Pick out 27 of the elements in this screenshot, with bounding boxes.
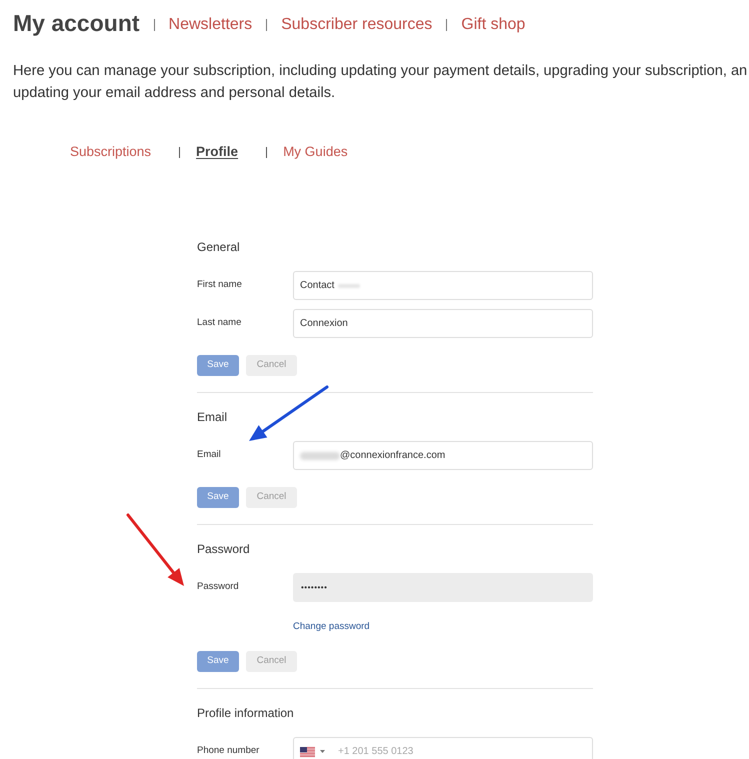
field-label: First name: [197, 278, 243, 292]
password-field[interactable]: ••••••••: [293, 573, 593, 602]
change-password-link[interactable]: Change password: [293, 621, 370, 632]
country-picker[interactable]: [300, 746, 325, 756]
intro-paragraph: Here you can manage your subscription, including updating your payment details, upgrading your subscription, an updating your email address and personal details.: [12, 62, 748, 103]
text-field[interactable]: Contact: [293, 271, 593, 300]
field-label: Password: [197, 580, 240, 594]
caret-icon: [320, 750, 325, 753]
field-label: Phone number: [197, 744, 260, 758]
section-heading: General: [197, 239, 241, 255]
text-field[interactable]: @connexionfrance.com: [293, 441, 593, 470]
phone-number-input[interactable]: +1 201 555 0123: [338, 744, 586, 759]
tab[interactable]: Profile: [196, 142, 238, 162]
field-label: Last name: [197, 316, 242, 330]
phone-field[interactable]: +1 201 555 0123: [293, 737, 593, 759]
field-label: Email: [197, 448, 222, 462]
section-heading: Profile information: [197, 705, 295, 721]
flag-icon: [300, 746, 315, 756]
section-heading: Email: [197, 409, 228, 425]
tab[interactable]: My Guides: [283, 142, 348, 162]
page-title: My account: [13, 9, 140, 38]
nav-link[interactable]: Newsletters: [168, 10, 252, 40]
tab[interactable]: Subscriptions: [70, 142, 152, 162]
text-field[interactable]: Connexion: [293, 309, 593, 338]
nav-link[interactable]: Subscriber resources: [281, 10, 432, 40]
section-heading: Password: [197, 541, 251, 557]
nav-link[interactable]: Gift shop: [461, 10, 526, 40]
